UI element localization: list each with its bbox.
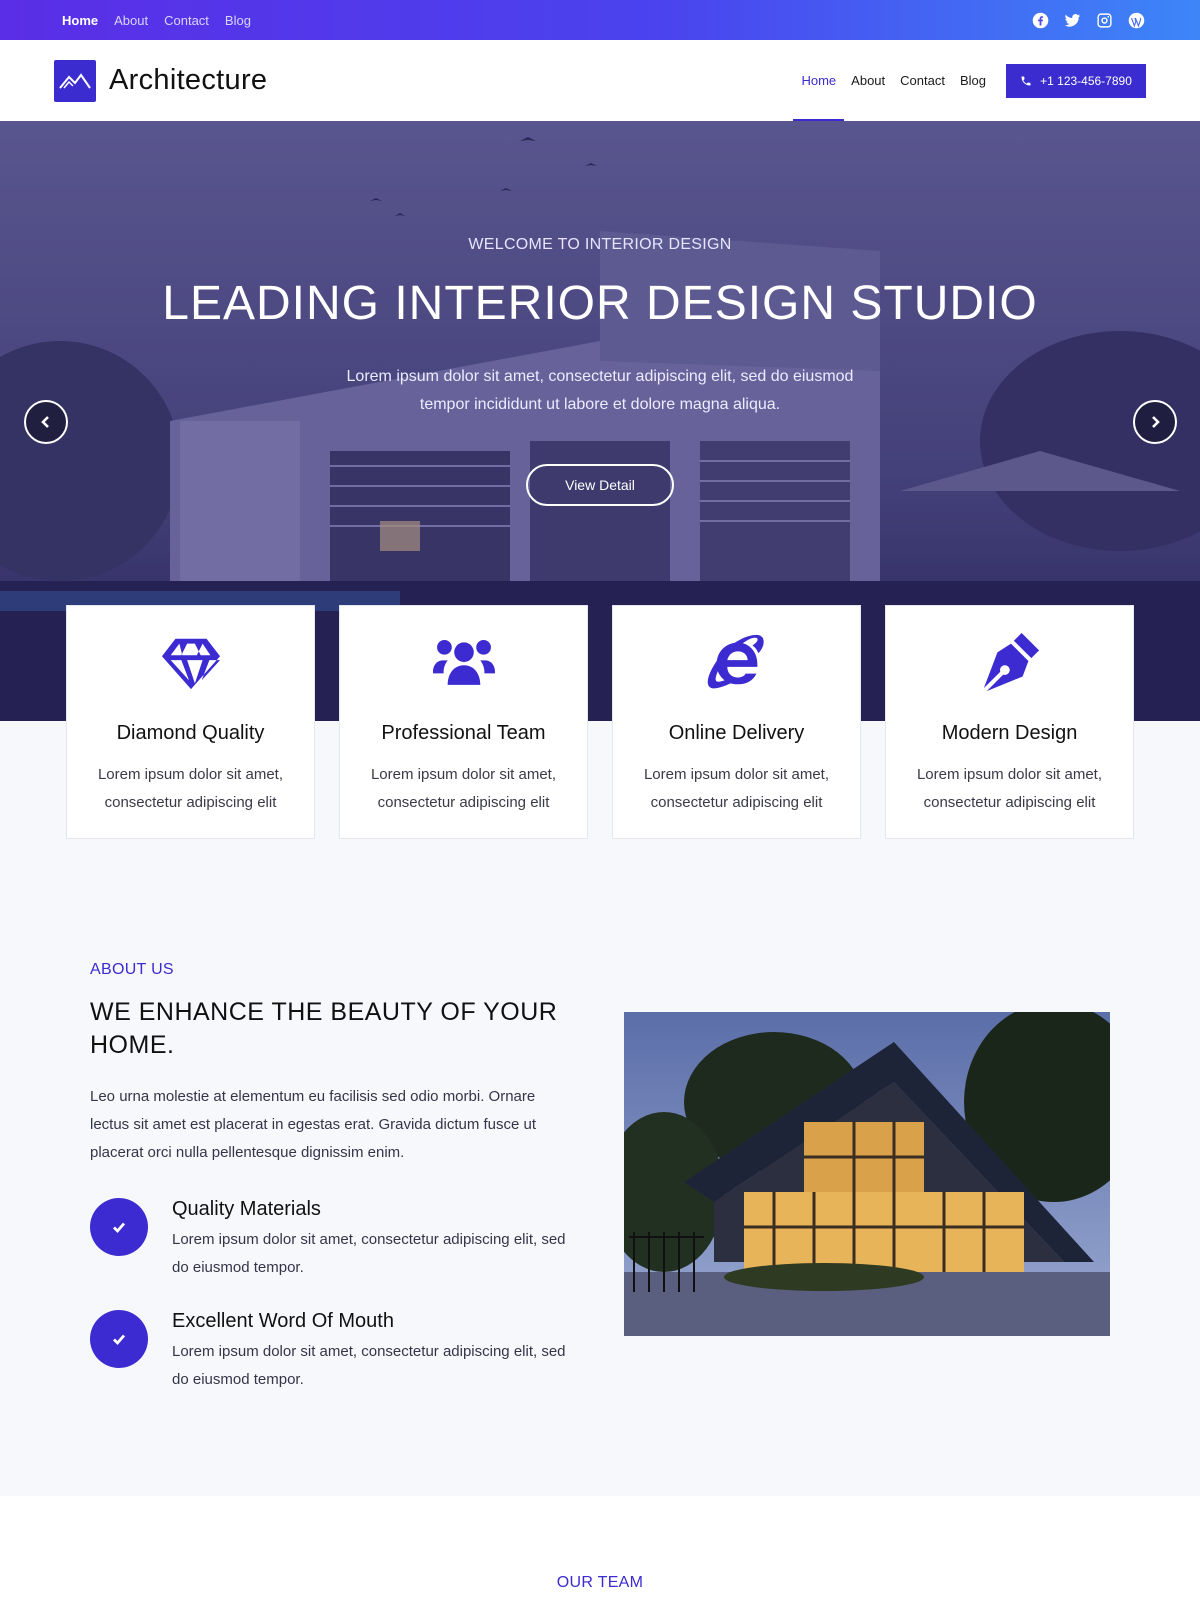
feature-text: Lorem ipsum dolor sit amet, consectetur … [643, 766, 830, 811]
internet-explorer-icon [613, 630, 860, 694]
team-section: OUR TEAM [0, 1496, 1200, 1600]
twitter-icon[interactable] [1063, 11, 1081, 29]
feature-card: Online Delivery Lorem ipsum dolor sit am… [612, 605, 861, 839]
feature-text: Lorem ipsum dolor sit amet, consectetur … [370, 766, 557, 811]
feature-card: Diamond Quality Lorem ipsum dolor sit am… [66, 605, 315, 839]
nav-about[interactable]: About [851, 40, 885, 121]
feature-title: Diamond Quality [116, 722, 265, 744]
hero-text: Lorem ipsum dolor sit amet, consectetur … [346, 368, 854, 413]
feature-text: Lorem ipsum dolor sit amet, consectetur … [916, 766, 1103, 811]
nav-home[interactable]: Home [793, 40, 844, 121]
top-nav-blog[interactable]: Blog [225, 13, 251, 28]
team-eyebrow: OUR TEAM [556, 1574, 644, 1591]
hero-title: LEADING INTERIOR DESIGN STUDIO [162, 277, 1038, 330]
facebook-icon[interactable] [1031, 11, 1049, 29]
brand[interactable]: Architecture [54, 59, 268, 102]
about-feature-text: Lorem ipsum dolor sit amet, consectetur … [172, 1343, 566, 1388]
top-nav-home[interactable]: Home [62, 13, 98, 28]
pen-nib-icon [886, 630, 1133, 694]
about-title: WE ENHANCE THE BEAUTY OF YOUR HOME. [90, 998, 558, 1059]
about-text: Leo urna molestie at elementum eu facili… [90, 1088, 537, 1161]
top-bar: Home About Contact Blog [0, 0, 1200, 40]
about-eyebrow: ABOUT US [90, 961, 174, 978]
nav-contact[interactable]: Contact [900, 40, 945, 121]
top-nav: Home About Contact Blog [62, 13, 251, 28]
main-nav: Home About Contact Blog +1 123-456-7890 [786, 40, 1146, 121]
phone-number: +1 123-456-7890 [1040, 73, 1132, 88]
team-icon [340, 630, 587, 694]
feature-title: Online Delivery [668, 722, 805, 744]
feature-cards: Diamond Quality Lorem ipsum dolor sit am… [66, 605, 1134, 839]
social-links [1031, 11, 1145, 29]
top-nav-contact[interactable]: Contact [164, 13, 209, 28]
about-feature-title: Excellent Word Of Mouth [172, 1310, 394, 1332]
feature-card: Modern Design Lorem ipsum dolor sit amet… [885, 605, 1134, 839]
wordpress-icon[interactable] [1127, 11, 1145, 29]
diamond-icon [67, 630, 314, 694]
feature-card: Professional Team Lorem ipsum dolor sit … [339, 605, 588, 839]
feature-title: Professional Team [381, 722, 546, 744]
chevron-right-icon [1152, 416, 1160, 428]
nav-blog[interactable]: Blog [960, 40, 986, 121]
slider-next-button[interactable] [1133, 400, 1177, 444]
about-feature-title: Quality Materials [172, 1198, 321, 1220]
logo-icon [54, 59, 96, 102]
hero-eyebrow: WELCOME TO INTERIOR DESIGN [468, 236, 732, 253]
phone-icon [1021, 76, 1031, 85]
slider-prev-button[interactable] [24, 400, 68, 444]
check-icon [90, 1198, 148, 1256]
about-house-image [624, 1012, 1110, 1336]
phone-button[interactable]: +1 123-456-7890 [1006, 63, 1146, 98]
feature-title: Modern Design [941, 722, 1078, 744]
top-nav-about[interactable]: About [114, 13, 148, 28]
instagram-icon[interactable] [1095, 11, 1113, 29]
chevron-left-icon [41, 416, 49, 428]
view-detail-button[interactable]: View Detail [526, 464, 674, 506]
site-header: Architecture Home About Contact Blog +1 … [0, 40, 1200, 121]
about-feature-text: Lorem ipsum dolor sit amet, consectetur … [172, 1231, 566, 1276]
feature-text: Lorem ipsum dolor sit amet, consectetur … [97, 766, 284, 811]
check-icon [90, 1310, 148, 1368]
brand-name: Architecture [109, 64, 268, 96]
